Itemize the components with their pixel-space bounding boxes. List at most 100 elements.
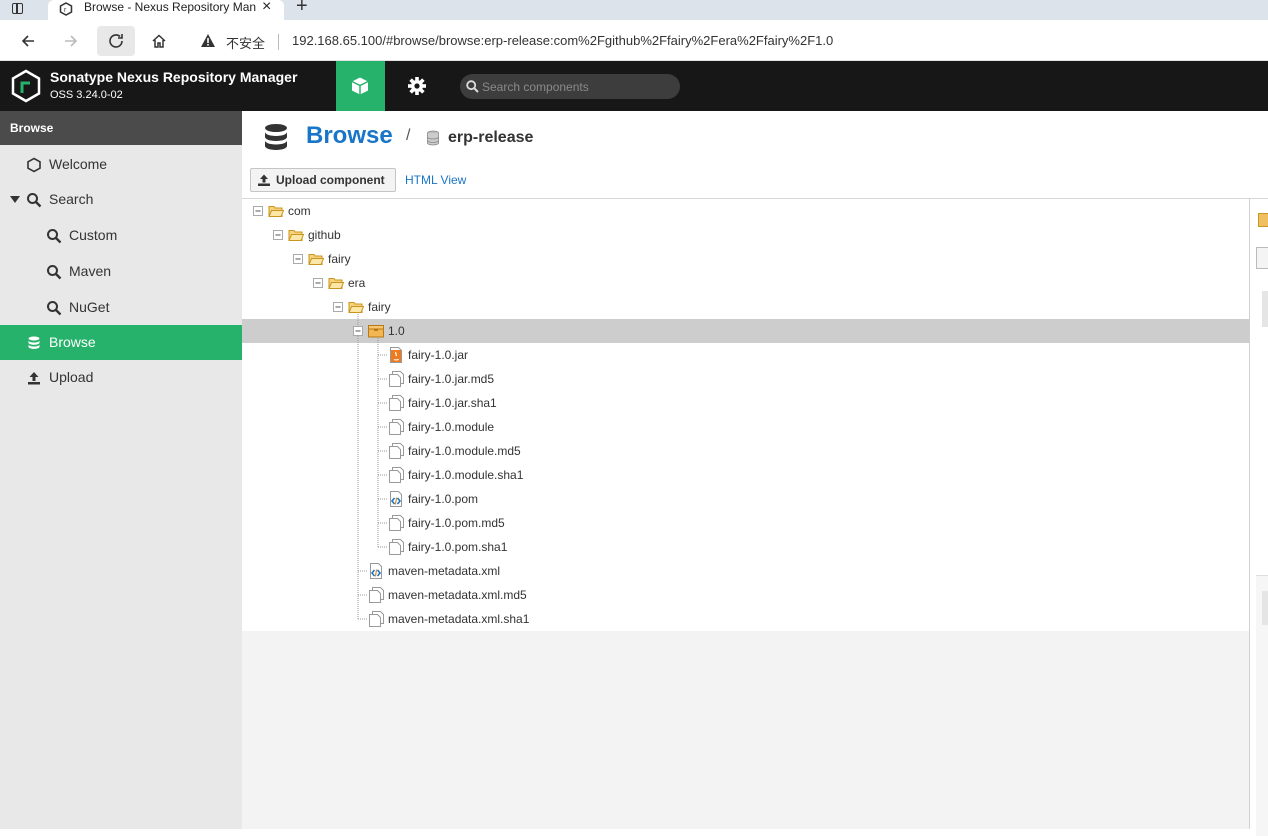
sidebar-item-browse[interactable]: Browse (0, 325, 242, 360)
tree-node-label: maven-metadata.xml (388, 564, 501, 578)
warning-icon[interactable] (200, 33, 216, 48)
tree-node-label: fairy-1.0.jar (408, 348, 469, 362)
sidebar-item-search[interactable]: Search (0, 182, 242, 217)
back-icon[interactable] (13, 26, 43, 56)
gear-icon[interactable] (404, 75, 430, 97)
browser-tab-strip: r Browse - Nexus Repository Manager × + (0, 0, 1268, 20)
tree-node-label: fairy (328, 252, 351, 266)
tree-node-label: fairy-1.0.module.md5 (408, 444, 521, 458)
tree-node-label: fairy-1.0.module (408, 420, 495, 434)
tree-node-label: 1.0 (388, 324, 405, 338)
file-icon (388, 443, 404, 459)
search-components-input[interactable] (482, 74, 672, 99)
hexagon-icon (27, 157, 41, 173)
nexus-logo-icon[interactable] (10, 69, 42, 103)
sidebar-item-upload[interactable]: Upload (0, 360, 242, 395)
folder-open-icon (268, 203, 285, 219)
detail-tab[interactable] (1262, 291, 1268, 327)
package-icon (1258, 213, 1268, 227)
new-tab-icon[interactable]: + (296, 0, 308, 16)
sidebar-item-label: Welcome (49, 156, 108, 172)
file-icon (388, 539, 404, 555)
app-version: OSS 3.24.0-02 (50, 89, 123, 101)
folder-open-icon (348, 299, 365, 315)
app-title: Sonatype Nexus Repository Manager (50, 69, 298, 85)
file-icon (368, 587, 384, 603)
sidebar-item-label: NuGet (69, 299, 110, 315)
forward-icon[interactable] (56, 26, 86, 56)
file-icon (388, 515, 404, 531)
tree-node-label: maven-metadata.xml.sha1 (388, 612, 530, 626)
breadcrumb: Browse / erp-release (242, 111, 1268, 165)
security-label[interactable]: 不安全 (226, 33, 265, 52)
upload-icon (258, 174, 270, 186)
sidebar-item-label: Browse (49, 334, 96, 350)
home-icon[interactable] (144, 26, 174, 56)
tree-node-label: fairy-1.0.module.sha1 (408, 468, 524, 482)
tree-node-label: github (308, 228, 341, 242)
search-icon (47, 229, 62, 244)
breadcrumb-root[interactable]: Browse (306, 122, 393, 150)
cube-icon (351, 77, 369, 95)
app-header: Sonatype Nexus Repository Manager OSS 3.… (0, 61, 1268, 111)
tree-node-label: fairy-1.0.pom.sha1 (408, 540, 508, 554)
folder-open-icon (328, 275, 345, 291)
sidebar-heading: Browse (0, 111, 242, 145)
search-box (460, 74, 680, 99)
divider (278, 34, 279, 50)
tree-node-label: fairy-1.0.jar.sha1 (408, 396, 497, 410)
sidebar-heading-label: Browse (10, 121, 54, 135)
tab-actions-icon[interactable] (10, 1, 26, 17)
search-icon (466, 80, 479, 93)
detail-tab[interactable] (1262, 591, 1268, 625)
sidebar-item-label: Custom (69, 227, 118, 243)
sidebar-item-label: Upload (49, 369, 94, 385)
java-file-icon (388, 347, 404, 363)
html-view-link[interactable]: HTML View (405, 173, 466, 187)
database-icon (28, 336, 40, 349)
tree-node-label: maven-metadata.xml.md5 (388, 588, 527, 602)
tree-node-label: fairy-1.0.pom (408, 492, 479, 506)
search-icon (47, 265, 62, 280)
tab-close-icon[interactable]: × (262, 0, 271, 16)
url-text[interactable]: 192.168.65.100/#browse/browse:erp-releas… (292, 33, 833, 48)
upload-icon (28, 372, 40, 385)
tree-node-label: fairy-1.0.pom.md5 (408, 516, 505, 530)
sidebar-item-custom[interactable]: Custom (0, 218, 242, 253)
sidebar-item-welcome[interactable]: Welcome (0, 147, 242, 182)
tab-title: Browse - Nexus Repository Manager (84, 0, 256, 14)
xml-file-icon (388, 491, 404, 507)
upload-component-label: Upload component (276, 173, 385, 187)
reload-icon[interactable] (97, 26, 135, 56)
file-icon (388, 371, 404, 387)
file-icon (388, 395, 404, 411)
upload-component-button[interactable]: Upload component (250, 168, 396, 192)
nexus-favicon-icon: r (59, 2, 73, 16)
browse-mode-button[interactable] (336, 61, 385, 111)
sidebar: Browse Welcome Search Custom Maven NuGet… (0, 111, 242, 829)
breadcrumb-repository: erp-release (448, 129, 534, 146)
tree-node-label: fairy (368, 300, 391, 314)
toolbar: Upload component HTML View (242, 165, 1268, 199)
detail-panel (1249, 199, 1268, 836)
delete-button[interactable] (1256, 247, 1268, 269)
search-icon (47, 301, 62, 316)
sidebar-item-label: Maven (69, 263, 112, 279)
address-bar[interactable]: 不安全 192.168.65.100/#browse/browse:erp-re… (188, 25, 1268, 57)
sidebar-item-label: Search (49, 191, 94, 207)
caret-down-icon[interactable] (10, 196, 20, 203)
folder-open-icon (308, 251, 325, 267)
file-icon (388, 467, 404, 483)
browser-tab[interactable]: r Browse - Nexus Repository Manager × (48, 0, 284, 20)
repository-icon (427, 130, 439, 146)
search-icon (27, 193, 42, 208)
sidebar-item-nuget[interactable]: NuGet (0, 290, 242, 325)
breadcrumb-separator: / (406, 127, 411, 144)
folder-open-icon (288, 227, 305, 243)
tree-panel: com github fairy era fairy 1.0 fairy-1.0.jar fa… (242, 199, 1249, 631)
file-icon (368, 611, 384, 627)
database-icon (265, 124, 287, 150)
sidebar-item-maven[interactable]: Maven (0, 254, 242, 289)
svg-text:r: r (64, 7, 67, 14)
tree-node-label: com (288, 204, 311, 218)
